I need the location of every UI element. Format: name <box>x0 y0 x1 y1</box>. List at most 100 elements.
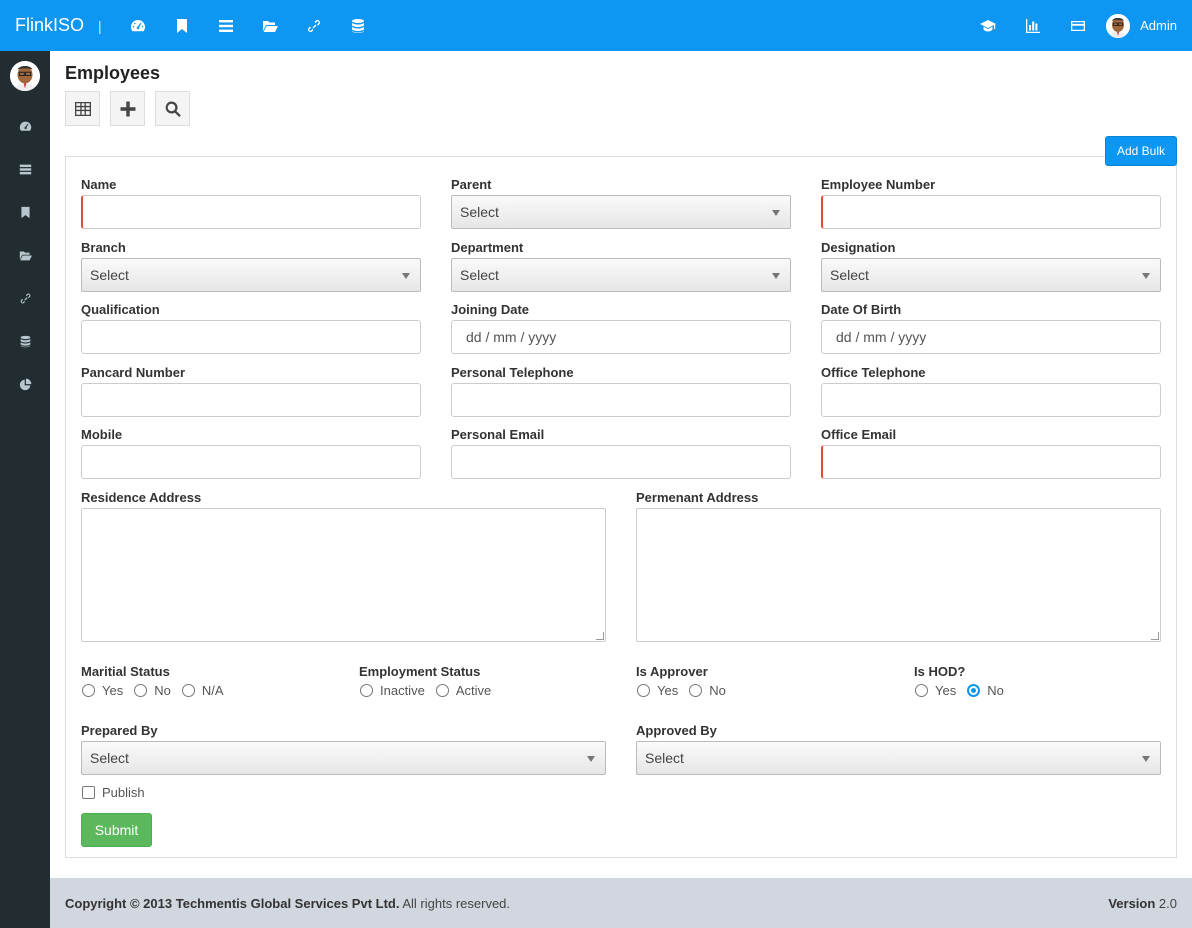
top-navbar: FlinkISO | Admin <box>0 0 1192 51</box>
radio-label: Inactive <box>380 683 425 698</box>
is-approver-label: Is Approver <box>636 664 708 679</box>
company-name[interactable]: Techmentis Global Services Pvt Ltd. <box>176 896 400 911</box>
personal-email-input[interactable] <box>451 445 791 479</box>
parent-select-value: Select <box>460 204 499 220</box>
user-name[interactable]: Admin <box>1140 18 1177 33</box>
resize-grip-icon[interactable] <box>1151 632 1159 640</box>
mobile-input[interactable] <box>81 445 421 479</box>
sidebar-dashboard-icon[interactable] <box>0 105 50 148</box>
sidebar-database-icon[interactable] <box>0 320 50 363</box>
credit-card-icon[interactable] <box>1055 0 1100 51</box>
rights-text: All rights reserved. <box>402 895 511 911</box>
department-select-value: Select <box>460 267 499 283</box>
radio-button[interactable] <box>360 684 373 697</box>
table-view-button[interactable] <box>65 91 100 126</box>
sidebar-bookmark-icon[interactable] <box>0 191 50 234</box>
graduation-cap-icon[interactable] <box>965 0 1010 51</box>
office-telephone-input[interactable] <box>821 383 1161 417</box>
radio-button[interactable] <box>637 684 650 697</box>
office-email-input[interactable] <box>821 445 1161 479</box>
radio-button[interactable] <box>134 684 148 697</box>
add-bulk-button[interactable]: Add Bulk <box>1105 136 1177 166</box>
personal-telephone-input[interactable] <box>451 383 791 417</box>
approved-by-label: Approved By <box>636 723 717 738</box>
resize-grip-icon[interactable] <box>596 632 604 640</box>
marital-status-yes[interactable]: Yes <box>82 683 123 698</box>
date-of-birth-placeholder: dd / mm / yyyy <box>836 329 927 345</box>
radio-button[interactable] <box>435 684 449 697</box>
radio-button[interactable] <box>82 684 95 697</box>
employment-status-inactive[interactable]: Inactive <box>360 683 425 698</box>
employment-status-active[interactable]: Active <box>435 683 491 698</box>
department-select[interactable]: Select <box>451 258 791 292</box>
radio-button[interactable] <box>689 684 703 697</box>
pancard-number-label: Pancard Number <box>81 365 186 380</box>
sidebar-folder-open-icon[interactable] <box>0 234 50 277</box>
sidebar-avatar[interactable] <box>10 61 40 91</box>
page-title: Employees <box>65 63 161 83</box>
personal-email-label: Personal Email <box>451 427 545 442</box>
name-input[interactable] <box>81 195 421 229</box>
search-button[interactable] <box>155 91 190 126</box>
date-of-birth-input[interactable]: dd / mm / yyyy <box>821 320 1161 354</box>
designation-select[interactable]: Select <box>821 258 1161 292</box>
link-icon[interactable] <box>292 0 336 51</box>
personal-telephone-label: Personal Telephone <box>451 365 574 380</box>
brand-separator: | <box>98 17 102 34</box>
department-label: Department <box>451 240 524 255</box>
add-button[interactable] <box>110 91 145 126</box>
is-hod-group: Yes No <box>915 683 1015 698</box>
radio-label: Yes <box>102 683 124 698</box>
list-icon[interactable] <box>204 0 248 51</box>
copyright-prefix: Copyright © 2013 <box>65 895 173 911</box>
marital-status-na[interactable]: N/A <box>181 683 224 698</box>
parent-select[interactable]: Select <box>451 195 791 229</box>
footer: Copyright © 2013 Techmentis Global Servi… <box>50 878 1192 928</box>
publish-checkbox[interactable] <box>82 786 95 799</box>
designation-label: Designation <box>821 240 896 255</box>
radio-button-selected[interactable] <box>967 684 981 697</box>
joining-date-input[interactable]: dd / mm / yyyy <box>451 320 791 354</box>
permanent-address-textarea[interactable] <box>636 508 1161 642</box>
sidebar-pie-chart-icon[interactable] <box>0 363 50 406</box>
prepared-by-select[interactable]: Select <box>81 741 606 775</box>
radio-label: No <box>154 683 171 698</box>
footer-copyright: Copyright © 2013 Techmentis Global Servi… <box>65 896 510 911</box>
dashboard-icon[interactable] <box>116 0 160 51</box>
chevron-down-icon <box>772 273 780 279</box>
approved-by-select[interactable]: Select <box>636 741 1161 775</box>
residence-address-textarea[interactable] <box>81 508 606 642</box>
pancard-number-input[interactable] <box>81 383 421 417</box>
residence-address-label: Residence Address <box>81 490 202 505</box>
publish-checkbox-row[interactable]: Publish <box>82 785 145 800</box>
is-hod-yes[interactable]: Yes <box>915 683 956 698</box>
folder-open-icon[interactable] <box>248 0 292 51</box>
office-telephone-label: Office Telephone <box>821 365 926 380</box>
chevron-down-icon <box>1142 756 1150 762</box>
branch-select[interactable]: Select <box>81 258 421 292</box>
marital-status-no[interactable]: No <box>134 683 171 698</box>
branch-label: Branch <box>81 240 126 255</box>
is-approver-no[interactable]: No <box>689 683 726 698</box>
sidebar-server-icon[interactable] <box>0 148 50 191</box>
radio-button[interactable] <box>915 684 928 697</box>
is-approver-yes[interactable]: Yes <box>637 683 678 698</box>
qualification-input[interactable] <box>81 320 421 354</box>
employee-number-input[interactable] <box>821 195 1161 229</box>
sidebar-link-icon[interactable] <box>0 277 50 320</box>
radio-label: Yes <box>935 683 957 698</box>
user-avatar[interactable] <box>1106 13 1131 38</box>
designation-select-value: Select <box>830 267 869 283</box>
chevron-down-icon <box>1142 273 1150 279</box>
employee-number-label: Employee Number <box>821 177 936 192</box>
radio-button[interactable] <box>181 684 195 697</box>
is-hod-no[interactable]: No <box>967 683 1004 698</box>
database-icon[interactable] <box>336 0 380 51</box>
submit-button[interactable]: Submit <box>81 813 152 847</box>
bar-chart-icon[interactable] <box>1010 0 1055 51</box>
brand-logo[interactable]: FlinkISO <box>0 15 98 36</box>
plus-icon <box>120 101 135 116</box>
employment-status-label: Employment Status <box>359 664 481 679</box>
parent-label: Parent <box>451 177 492 192</box>
bookmark-icon[interactable] <box>160 0 204 51</box>
